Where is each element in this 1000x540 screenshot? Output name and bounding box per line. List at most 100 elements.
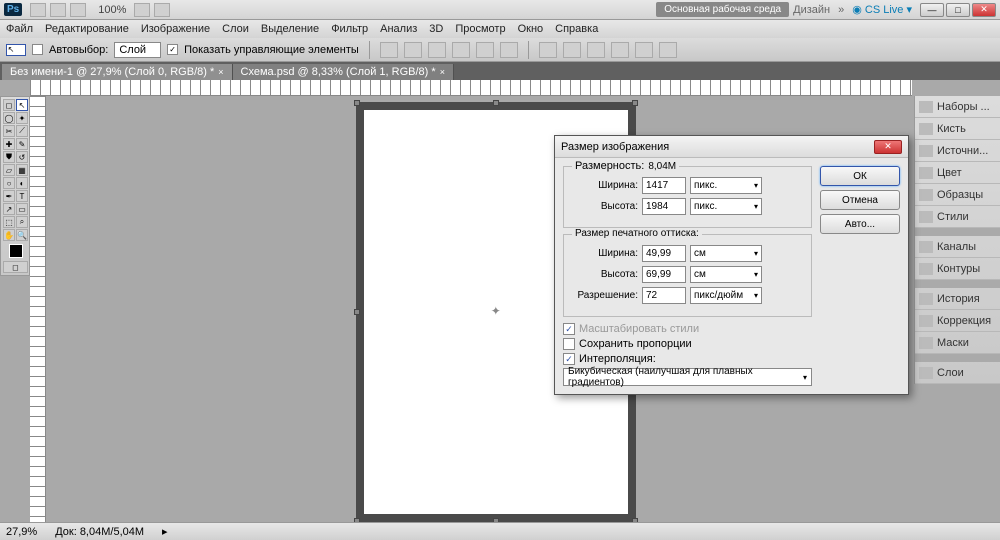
history-brush-tool[interactable]: ↺ — [16, 151, 28, 163]
crop-tool[interactable]: ✂ — [3, 125, 15, 137]
close-icon[interactable]: × — [218, 67, 223, 77]
cancel-button[interactable]: Отмена — [820, 190, 900, 210]
eyedropper-tool[interactable]: ⟋ — [16, 125, 28, 137]
workspace-more[interactable]: » — [838, 4, 844, 16]
menu-window[interactable]: Окно — [518, 23, 544, 35]
distribute-icon[interactable] — [611, 42, 629, 58]
resample-checkbox[interactable]: ✓ — [563, 353, 575, 365]
width-unit-dropdown[interactable]: пикс. — [690, 177, 762, 194]
marquee-tool[interactable]: ◻ — [3, 99, 15, 111]
extras-icon[interactable] — [154, 3, 170, 17]
panel-Цвет[interactable]: Цвет — [915, 162, 1000, 184]
panel-Коррекция[interactable]: Коррекция — [915, 310, 1000, 332]
constrain-checkbox[interactable] — [563, 338, 575, 350]
path-tool[interactable]: ↗ — [3, 203, 15, 215]
minibridge-icon[interactable] — [50, 3, 66, 17]
print-width-unit[interactable]: см — [690, 245, 762, 262]
dialog-titlebar[interactable]: Размер изображения ✕ — [555, 136, 908, 158]
close-button[interactable]: ✕ — [972, 3, 996, 17]
auto-button[interactable]: Авто... — [820, 214, 900, 234]
panel-Слои[interactable]: Слои — [915, 362, 1000, 384]
panel-Маски[interactable]: Маски — [915, 332, 1000, 354]
resolution-input[interactable] — [642, 287, 686, 304]
bridge-icon[interactable] — [30, 3, 46, 17]
workspace-active[interactable]: Основная рабочая среда — [656, 2, 789, 17]
wand-tool[interactable]: ✦ — [16, 112, 28, 124]
menu-filter[interactable]: Фильтр — [331, 23, 368, 35]
menu-analysis[interactable]: Анализ — [380, 23, 417, 35]
dodge-tool[interactable]: ◐ — [16, 177, 28, 189]
height-input[interactable] — [642, 198, 686, 215]
distribute-icon[interactable] — [635, 42, 653, 58]
color-swatch[interactable] — [3, 242, 28, 260]
cslive-button[interactable]: ◉ CS Live ▾ — [852, 3, 912, 16]
panel-Образцы[interactable]: Образцы — [915, 184, 1000, 206]
align-icon[interactable] — [380, 42, 398, 58]
menu-image[interactable]: Изображение — [141, 23, 210, 35]
align-icon[interactable] — [428, 42, 446, 58]
print-height-unit[interactable]: см — [690, 266, 762, 283]
align-icon[interactable] — [452, 42, 470, 58]
status-arrow-icon[interactable]: ▸ — [162, 525, 168, 538]
eraser-tool[interactable]: ▱ — [3, 164, 15, 176]
panel-Кисть[interactable]: Кисть — [915, 118, 1000, 140]
panel-Источни...[interactable]: Источни... — [915, 140, 1000, 162]
menu-3d[interactable]: 3D — [429, 23, 443, 35]
heal-tool[interactable]: ✚ — [3, 138, 15, 150]
screen-mode-icon[interactable] — [70, 3, 86, 17]
distribute-icon[interactable] — [659, 42, 677, 58]
panel-Каналы[interactable]: Каналы — [915, 236, 1000, 258]
panel-История[interactable]: История — [915, 288, 1000, 310]
tab-untitled[interactable]: Без имени-1 @ 27,9% (Слой 0, RGB/8) *× — [2, 64, 233, 80]
height-unit-dropdown[interactable]: пикс. — [690, 198, 762, 215]
width-input[interactable] — [642, 177, 686, 194]
dialog-close-button[interactable]: ✕ — [874, 140, 902, 154]
hand-tool[interactable]: ✋ — [3, 229, 15, 241]
align-icon[interactable] — [404, 42, 422, 58]
move-tool-icon[interactable]: ↖ — [6, 44, 26, 56]
menu-help[interactable]: Справка — [555, 23, 598, 35]
ok-button[interactable]: ОК — [820, 166, 900, 186]
print-height-input[interactable] — [642, 266, 686, 283]
zoom-tool[interactable]: 🔍 — [16, 229, 28, 241]
menu-view[interactable]: Просмотр — [455, 23, 505, 35]
camera-tool[interactable]: ⌕ — [16, 216, 28, 228]
distribute-icon[interactable] — [587, 42, 605, 58]
gradient-tool[interactable]: ▦ — [16, 164, 28, 176]
scale-styles-checkbox[interactable]: ✓ — [563, 323, 575, 335]
interpolation-dropdown[interactable]: Бикубическая (наилучшая для плавных град… — [563, 368, 812, 386]
menu-layers[interactable]: Слои — [222, 23, 249, 35]
lasso-tool[interactable]: ◯ — [3, 112, 15, 124]
quickmask-tool[interactable]: ◻ — [3, 261, 28, 273]
align-icon[interactable] — [476, 42, 494, 58]
maximize-button[interactable]: □ — [946, 3, 970, 17]
align-icon[interactable] — [500, 42, 518, 58]
panel-Наборы ...[interactable]: Наборы ... — [915, 96, 1000, 118]
pen-tool[interactable]: ✒ — [3, 190, 15, 202]
distribute-icon[interactable] — [563, 42, 581, 58]
brush-tool[interactable]: ✎ — [16, 138, 28, 150]
stamp-tool[interactable]: ⛊ — [3, 151, 15, 163]
panel-Контуры[interactable]: Контуры — [915, 258, 1000, 280]
autoselect-dropdown[interactable]: Слой — [114, 42, 161, 58]
shape-tool[interactable]: ▭ — [16, 203, 28, 215]
close-icon[interactable]: × — [440, 67, 445, 77]
type-tool[interactable]: T — [16, 190, 28, 202]
menu-file[interactable]: Файл — [6, 23, 33, 35]
autoselect-checkbox[interactable] — [32, 44, 43, 55]
move-tool[interactable]: ↖ — [16, 99, 28, 111]
resolution-unit[interactable]: пикс/дюйм — [690, 287, 762, 304]
blur-tool[interactable]: ○ — [3, 177, 15, 189]
arrange-icon[interactable] — [134, 3, 150, 17]
panel-Стили[interactable]: Стили — [915, 206, 1000, 228]
3d-tool[interactable]: ⬚ — [3, 216, 15, 228]
status-doc[interactable]: Док: 8,04M/5,04M — [55, 526, 144, 538]
workspace-other[interactable]: Дизайн — [793, 4, 830, 16]
print-width-input[interactable] — [642, 245, 686, 262]
tab-schema[interactable]: Схема.psd @ 8,33% (Слой 1, RGB/8) *× — [233, 64, 454, 80]
distribute-icon[interactable] — [539, 42, 557, 58]
minimize-button[interactable]: — — [920, 3, 944, 17]
zoom-level[interactable]: 100% — [98, 4, 126, 16]
showcontrols-checkbox[interactable]: ✓ — [167, 44, 178, 55]
menu-select[interactable]: Выделение — [261, 23, 319, 35]
